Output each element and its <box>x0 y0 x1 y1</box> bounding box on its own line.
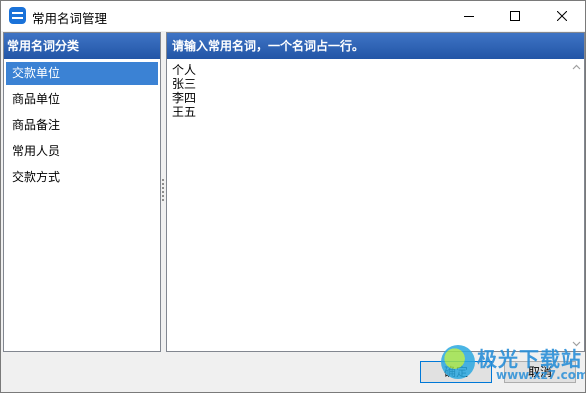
category-list: 交款单位 商品单位 商品备注 常用人员 交款方式 <box>4 59 160 189</box>
window-title: 常用名词管理 <box>32 11 108 26</box>
dialog-window: 常用名词管理 常用名词分类 交款单位 商品单位 商品备注 常用人员 交款方式 请… <box>0 0 586 393</box>
category-header: 常用名词分类 <box>4 33 160 59</box>
terms-panel: 请输入常用名词，一个名词占一行。 个人 张三 李四 王五 <box>166 32 585 352</box>
category-item-payment-method[interactable]: 交款方式 <box>6 166 158 189</box>
minimize-icon <box>464 16 474 17</box>
terms-header: 请输入常用名词，一个名词占一行。 <box>167 33 584 59</box>
category-item-product-note[interactable]: 商品备注 <box>6 114 158 137</box>
button-bar: 确定 取消 <box>1 353 585 392</box>
app-icon <box>9 7 26 24</box>
scroll-down-icon[interactable] <box>572 339 581 348</box>
minimize-button[interactable] <box>446 1 492 31</box>
title-bar[interactable]: 常用名词管理 <box>1 1 585 31</box>
category-item-payment-unit[interactable]: 交款单位 <box>6 62 158 85</box>
close-button[interactable] <box>539 1 585 31</box>
ok-button[interactable]: 确定 <box>420 361 492 383</box>
category-item-common-staff[interactable]: 常用人员 <box>6 140 158 163</box>
splitter-handle[interactable] <box>162 179 165 205</box>
maximize-icon <box>510 11 520 21</box>
terms-textarea[interactable]: 个人 张三 李四 王五 <box>172 63 567 347</box>
category-item-product-unit[interactable]: 商品单位 <box>6 88 158 111</box>
cancel-button[interactable]: 取消 <box>504 361 576 383</box>
vertical-scrollbar[interactable] <box>569 60 584 351</box>
close-icon <box>557 11 567 21</box>
scroll-up-icon[interactable] <box>572 63 581 72</box>
category-panel: 常用名词分类 交款单位 商品单位 商品备注 常用人员 交款方式 <box>3 32 161 352</box>
maximize-button[interactable] <box>492 1 538 31</box>
